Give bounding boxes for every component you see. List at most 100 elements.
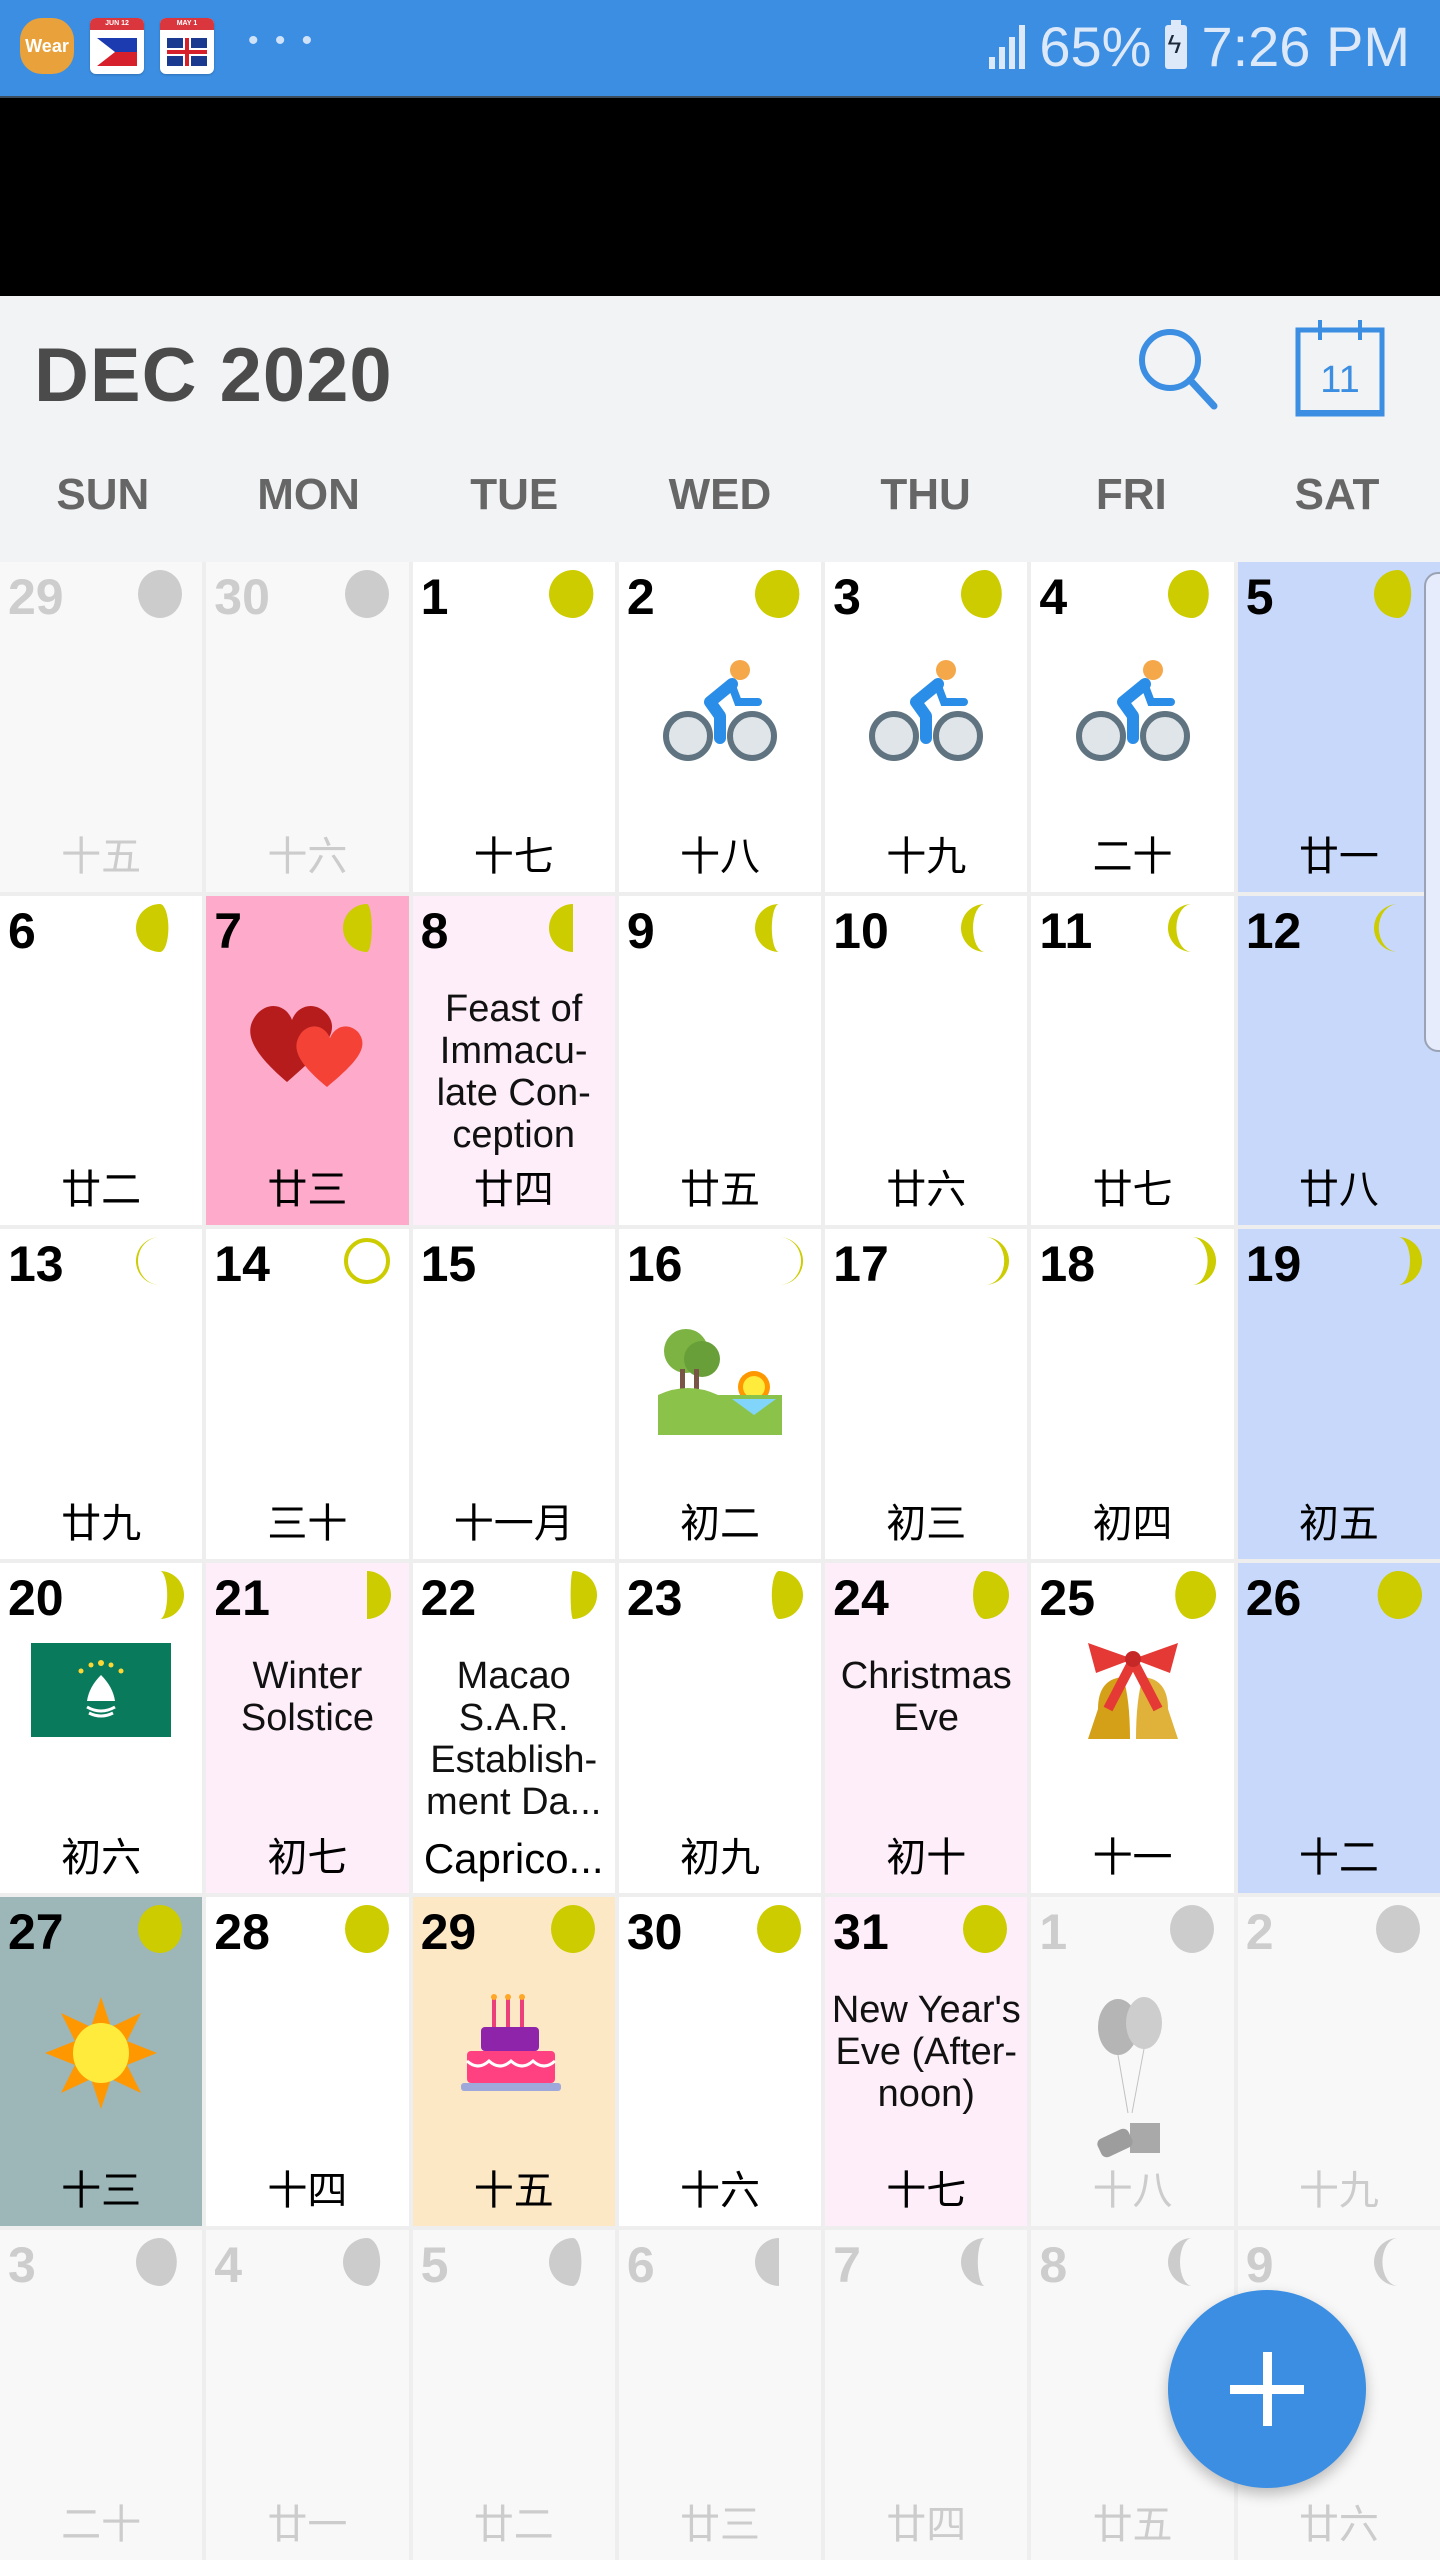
day-cell[interactable]: 9 廿五 — [618, 895, 822, 1226]
macau-flag-icon — [31, 1642, 172, 1742]
lunar-date: 廿九 — [61, 1500, 142, 1547]
day-cell[interactable]: 5 廿一 — [1237, 562, 1440, 892]
day-cell[interactable]: 23 初九 — [618, 1562, 822, 1893]
search-button[interactable] — [1130, 320, 1230, 420]
moon-phase-icon — [961, 2238, 986, 2287]
moon-phase-icon — [570, 1570, 597, 1619]
lunar-date: 廿一 — [1298, 833, 1379, 880]
day-cell[interactable]: 6 廿三 — [618, 2230, 822, 2560]
day-cell[interactable]: 17 初三 — [825, 1229, 1028, 1559]
scroll-handle[interactable] — [1424, 572, 1440, 1052]
day-cell[interactable]: 30 十六 — [206, 562, 409, 892]
lunar-date: 廿五 — [1092, 2501, 1173, 2548]
day-number: 3 — [833, 569, 861, 625]
day-cell[interactable]: 27 十三 — [0, 1896, 203, 2227]
lunar-date: 十一月 — [453, 1500, 574, 1547]
day-cell[interactable]: 1 十七 — [412, 562, 615, 892]
day-number: 21 — [214, 1569, 270, 1626]
day-cell[interactable]: 26 十二 — [1237, 1562, 1440, 1893]
day-cell[interactable]: 29 十五 — [0, 562, 203, 892]
add-event-button[interactable] — [1168, 2290, 1366, 2488]
day-cell[interactable]: 31 New Year's Eve (After-noon) 十七 — [825, 1896, 1028, 2227]
month-grid: 29 十五 30 十六 1 十七 2 十八 3 十九 4 二十 5 廿一 6 廿二 7 廿三 8 Feast … — [0, 562, 1440, 2560]
event-title[interactable]: Macao S.A.R. Establish-ment Da... — [417, 1655, 611, 1823]
day-cell[interactable]: 24 Christmas Eve 初十 — [825, 1562, 1028, 1893]
day-cell[interactable]: 8 Feast of Immacu-late Con-ception 廿四 — [412, 895, 615, 1226]
day-number: 5 — [420, 2237, 449, 2294]
moon-phase-icon — [550, 1904, 595, 1953]
day-cell[interactable]: 14 三十 — [206, 1229, 409, 1559]
moon-phase-icon — [1398, 1237, 1422, 1286]
day-cell[interactable]: 11 廿七 — [1031, 895, 1234, 1226]
moon-phase-icon — [1191, 1237, 1216, 1286]
new-year-balloons-icon — [1078, 1983, 1188, 2178]
day-cell[interactable]: 20 初六 — [0, 1562, 203, 1893]
day-cell[interactable]: 18 初四 — [1031, 1229, 1234, 1559]
day-cell[interactable]: 30 十六 — [618, 1896, 822, 2227]
day-number: 28 — [214, 1903, 270, 1960]
day-cell[interactable]: 19 初五 — [1237, 1229, 1440, 1559]
cycling-icon — [660, 658, 780, 773]
moon-phase-icon — [1374, 903, 1398, 952]
today-button[interactable]: 11 — [1290, 316, 1390, 420]
day-cell[interactable]: 7 廿四 — [825, 2230, 1028, 2560]
day-cell[interactable]: 10 廿六 — [825, 895, 1028, 1226]
day-cell[interactable]: 2 十八 — [618, 562, 822, 892]
moon-phase-icon — [755, 2238, 780, 2287]
day-cell[interactable]: 6 廿二 — [0, 895, 203, 1226]
day-number: 1 — [1039, 1903, 1068, 1960]
day-number: 19 — [1245, 1236, 1302, 1293]
svg-text:11: 11 — [1320, 359, 1359, 401]
status-bar: Wear JUN 12 MAY 1 • • • 65% ϟ 7:26 PM — [0, 0, 1440, 96]
day-cell[interactable]: 4 二十 — [1031, 562, 1234, 892]
black-banner — [0, 96, 1440, 298]
weekday-tue: TUE — [470, 470, 559, 519]
cycling-icon — [866, 658, 986, 773]
event-title[interactable]: New Year's Eve (After-noon) — [829, 1989, 1023, 2115]
day-number: 5 — [1245, 569, 1274, 625]
day-cell[interactable]: 3 十九 — [825, 562, 1028, 892]
day-cell[interactable]: 2 十九 — [1237, 1896, 1440, 2227]
event-title[interactable]: Feast of Immacu-late Con-ception — [417, 988, 611, 1156]
day-cell[interactable]: 16 初二 — [618, 1229, 822, 1559]
lunar-date: 十五 — [473, 2168, 554, 2215]
weekday-header: SUN MON TUE WED THU FRI SAT — [0, 470, 1440, 520]
lunar-date: 初十 — [886, 1834, 967, 1881]
zodiac-label: Caprico... — [423, 1834, 604, 1882]
day-number: 15 — [420, 1236, 477, 1293]
lunar-date: 廿六 — [886, 1167, 967, 1214]
day-number: 27 — [8, 1903, 64, 1960]
day-number: 23 — [626, 1569, 683, 1626]
day-cell[interactable]: 15 十一月 — [412, 1229, 615, 1559]
day-cell[interactable]: 28 十四 — [206, 1896, 409, 2227]
day-cell[interactable]: 1 十八 — [1031, 1896, 1234, 2227]
day-number: 10 — [833, 902, 889, 959]
month-title[interactable]: DEC 2020 — [34, 332, 393, 419]
day-cell[interactable]: 7 廿三 — [206, 895, 409, 1226]
day-cell[interactable]: 13 廿九 — [0, 1229, 203, 1559]
day-number: 17 — [833, 1236, 889, 1293]
event-title[interactable]: Winter Solstice — [210, 1655, 404, 1739]
day-cell[interactable]: 5 廿二 — [412, 2230, 615, 2560]
lunar-date: 十九 — [1298, 2168, 1379, 2215]
moon-phase-icon — [138, 1904, 183, 1953]
moon-phase-icon — [985, 1237, 1010, 1286]
day-number: 20 — [8, 1569, 64, 1626]
day-cell[interactable]: 25 十一 — [1031, 1562, 1234, 1893]
day-cell[interactable]: 21 Winter Solstice 初七 — [206, 1562, 409, 1893]
hearts-icon — [242, 992, 372, 1097]
day-cell[interactable]: 22 Macao S.A.R. Establish-ment Da... Capri… — [412, 1562, 615, 1893]
event-title[interactable]: Christmas Eve — [829, 1655, 1023, 1739]
weekday-fri: FRI — [1095, 470, 1167, 519]
day-cell[interactable]: 4 廿一 — [206, 2230, 409, 2560]
ph-cal-date: JUN 12 — [90, 18, 144, 30]
day-cell[interactable]: 12 廿八 — [1237, 895, 1440, 1226]
day-cell[interactable]: 29 十五 — [412, 1896, 615, 2227]
moon-phase-icon — [1174, 1570, 1216, 1619]
lunar-date: 二十 — [1092, 833, 1173, 880]
battery-charging-icon: ϟ — [1165, 19, 1188, 69]
day-number: 30 — [214, 569, 270, 625]
day-number: 2 — [1245, 1903, 1274, 1960]
day-cell[interactable]: 3 二十 — [0, 2230, 203, 2560]
clock: 7:26 PM — [1201, 15, 1410, 78]
